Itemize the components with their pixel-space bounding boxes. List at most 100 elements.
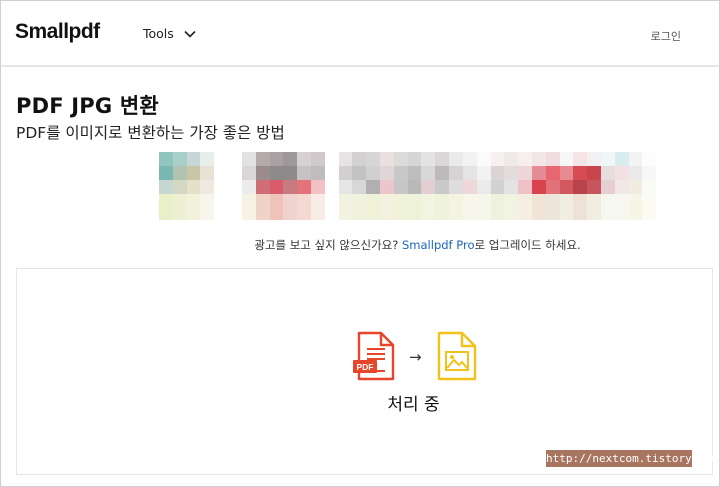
ad-pixel [255, 194, 270, 208]
ad-pixel [200, 166, 215, 180]
ad-pixel [421, 166, 436, 180]
page-subtitle: PDF를 이미지로 변환하는 가장 좋은 방법 [16, 124, 285, 142]
ad-pixel [490, 194, 505, 208]
ad-pixel [587, 166, 601, 180]
ad-pixel [518, 194, 532, 208]
ad-pixel [159, 208, 173, 220]
ad-pixel [172, 180, 187, 194]
ad-pixel [241, 166, 256, 180]
smallpdf-logo[interactable]: Smallpdf [15, 20, 100, 44]
ad-pixel [186, 194, 201, 208]
ad-pixel [476, 208, 491, 220]
ad-pixel [228, 194, 242, 208]
ad-pixel [255, 152, 270, 166]
ad-pixel [656, 208, 670, 220]
ad-pixel [504, 152, 519, 166]
ad-pixel-row [159, 166, 670, 180]
ad-pixel [338, 194, 353, 208]
ad-pixel [656, 194, 670, 208]
ad-pixel [559, 194, 574, 208]
ad-pixel [601, 152, 615, 166]
ad-pixel [476, 166, 491, 180]
ad-pixel [642, 194, 657, 208]
ad-pixel [297, 194, 311, 208]
ad-pixel [545, 166, 560, 180]
ad-pixel [407, 152, 422, 166]
ad-pixel [407, 180, 422, 194]
ad-pixel [559, 208, 574, 220]
ad-pixel [324, 166, 339, 180]
ad-pixel [380, 180, 394, 194]
ad-pixel [241, 194, 256, 208]
ad-caption-text: 광고를 보고 싶지 않으신가요? [254, 238, 402, 252]
ad-pixel [228, 208, 242, 220]
ad-pixel [587, 194, 601, 208]
ad-pixel [297, 208, 311, 220]
pdf-badge-text: PDF [357, 362, 374, 372]
ad-pixel [241, 208, 256, 220]
ad-pixel [504, 194, 519, 208]
ad-pixel [559, 166, 574, 180]
ad-pixel [587, 152, 601, 166]
ad-pixel [449, 180, 463, 194]
ad-pixel [559, 180, 574, 194]
ad-pixel [269, 166, 284, 180]
ad-pixel [324, 208, 339, 220]
ad-pixel [531, 208, 546, 220]
ad-pixel [186, 180, 201, 194]
ad-pixel [393, 208, 408, 220]
ad-pixel-row [159, 180, 670, 194]
ad-banner[interactable] [159, 152, 670, 220]
ad-pixel [435, 208, 450, 220]
ad-pixel [172, 152, 187, 166]
ad-pixel [601, 180, 615, 194]
login-link[interactable]: 로그인 [651, 28, 681, 44]
processing-status: 처리 중 [387, 395, 440, 415]
ad-pixel [380, 208, 394, 220]
ad-caption: 광고를 보고 싶지 않으신가요? Smallpdf Pro로 업그레이드 하세요… [1, 237, 719, 253]
ad-pixel [310, 194, 325, 208]
ad-pixel [614, 208, 629, 220]
ad-pixel [297, 152, 311, 166]
ad-pixel [531, 152, 546, 166]
ad-pixel [545, 152, 560, 166]
ad-pixel [269, 180, 284, 194]
ad-pixel [407, 166, 422, 180]
ad-pixel [573, 166, 588, 180]
ad-pixel [531, 180, 546, 194]
ad-pixel [435, 180, 450, 194]
ad-pixel [380, 152, 394, 166]
ad-pixel [449, 194, 463, 208]
ad-pixel [490, 180, 505, 194]
ad-pixel [241, 152, 256, 166]
ad-pixel [601, 166, 615, 180]
app-window: Smallpdf Tools 로그인 PDF JPG 변환 PDF를 이미지로 … [0, 0, 720, 487]
ad-pixel [338, 152, 353, 166]
ad-pixel [476, 180, 491, 194]
smallpdf-pro-link[interactable]: Smallpdf Pro [402, 238, 475, 252]
ad-pixel [186, 208, 201, 220]
ad-pixel [490, 152, 505, 166]
ad-pixel [587, 208, 601, 220]
ad-pixel [200, 208, 215, 220]
ad-pixel [462, 194, 477, 208]
top-header: Smallpdf Tools 로그인 [1, 1, 719, 67]
ad-pixel [614, 152, 629, 166]
tools-menu-button[interactable]: Tools [143, 26, 196, 41]
ad-pixel [628, 208, 643, 220]
ad-pixel [186, 152, 201, 166]
ad-pixel [449, 166, 463, 180]
ad-pixel [393, 194, 408, 208]
ad-pixel [366, 194, 380, 208]
ad-pixel [393, 166, 408, 180]
ad-pixel [214, 194, 229, 208]
ad-pixel [352, 180, 367, 194]
ad-pixel [269, 208, 284, 220]
ad-pixel [476, 152, 491, 166]
ad-pixel [228, 166, 242, 180]
ad-pixel [324, 152, 339, 166]
ad-pixel [462, 208, 477, 220]
ad-pixel [214, 152, 229, 166]
ad-pixel [421, 152, 436, 166]
ad-pixel [628, 180, 643, 194]
